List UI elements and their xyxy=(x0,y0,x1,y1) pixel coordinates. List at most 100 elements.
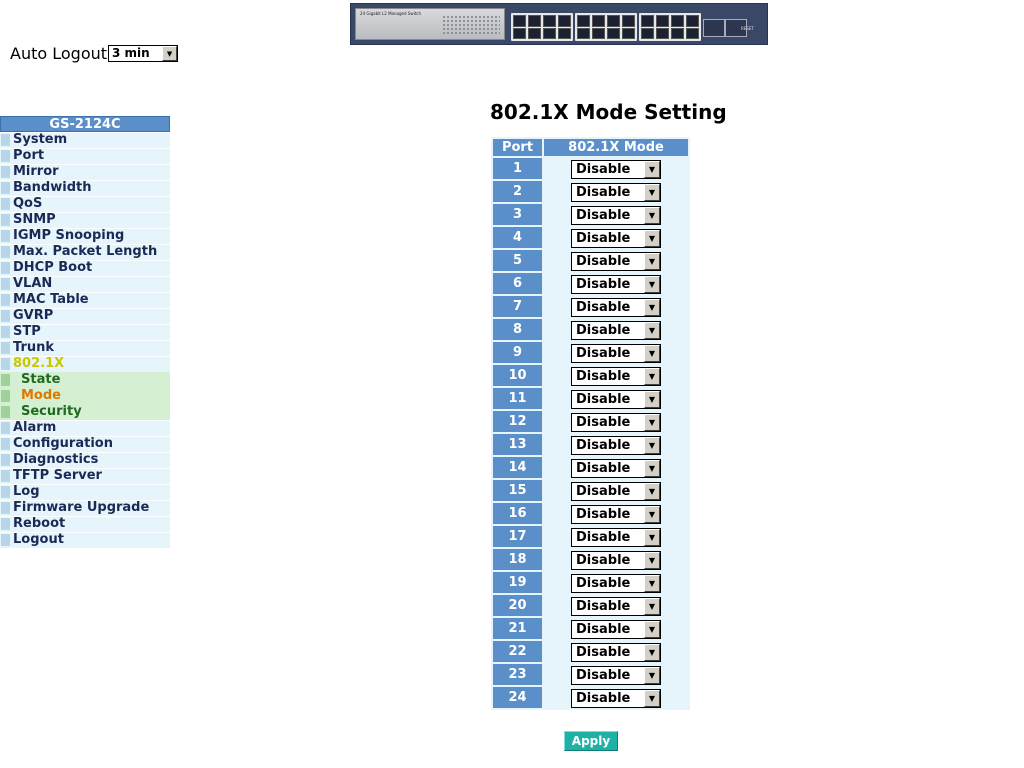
sidebar-item-igmp-snooping[interactable]: IGMP Snooping xyxy=(0,228,170,244)
sidebar-subitem-security[interactable]: Security xyxy=(0,404,170,420)
mode-cell: Disable ▼ xyxy=(544,388,688,409)
sidebar-item-max-packet-length[interactable]: Max. Packet Length xyxy=(0,244,170,260)
mode-cell: Disable ▼ xyxy=(544,181,688,202)
mode-select[interactable]: Disable ▼ xyxy=(571,550,661,570)
mode-select[interactable]: Disable ▼ xyxy=(571,458,661,478)
mode-select[interactable]: Disable ▼ xyxy=(571,412,661,432)
mode-select[interactable]: Disable ▼ xyxy=(571,182,661,202)
mode-select[interactable]: Disable ▼ xyxy=(571,527,661,547)
chevron-down-icon[interactable]: ▼ xyxy=(644,344,660,362)
table-row: 6 Disable ▼ xyxy=(493,273,688,294)
chevron-down-icon[interactable]: ▼ xyxy=(644,183,660,201)
mode-select[interactable]: Disable ▼ xyxy=(571,665,661,685)
switch-model-text: 24 Gigabit L2 Managed Switch xyxy=(360,11,422,16)
mode-cell: Disable ▼ xyxy=(544,664,688,685)
chevron-down-icon[interactable]: ▼ xyxy=(644,229,660,247)
mode-select[interactable]: Disable ▼ xyxy=(571,481,661,501)
chevron-down-icon[interactable]: ▼ xyxy=(644,206,660,224)
chevron-down-icon[interactable]: ▼ xyxy=(644,321,660,339)
chevron-down-icon[interactable]: ▼ xyxy=(644,275,660,293)
sidebar-item-logout[interactable]: Logout xyxy=(0,532,170,548)
port-group-3 xyxy=(639,13,701,41)
mode-select[interactable]: Disable ▼ xyxy=(571,343,661,363)
chevron-down-icon[interactable]: ▼ xyxy=(162,46,178,61)
mode-select[interactable]: Disable ▼ xyxy=(571,504,661,524)
chevron-down-icon[interactable]: ▼ xyxy=(644,482,660,500)
sidebar-item-system[interactable]: System xyxy=(0,132,170,148)
sidebar-item-dhcp-boot[interactable]: DHCP Boot xyxy=(0,260,170,276)
sidebar-item-log[interactable]: Log xyxy=(0,484,170,500)
port-number: 14 xyxy=(493,457,542,478)
mode-value: Disable xyxy=(576,161,631,177)
chevron-down-icon[interactable]: ▼ xyxy=(644,459,660,477)
mode-select[interactable]: Disable ▼ xyxy=(571,228,661,248)
mode-select[interactable]: Disable ▼ xyxy=(571,251,661,271)
sidebar-item-alarm[interactable]: Alarm xyxy=(0,420,170,436)
chevron-down-icon[interactable]: ▼ xyxy=(644,252,660,270)
mode-select[interactable]: Disable ▼ xyxy=(571,596,661,616)
switch-banner-image: 24 Gigabit L2 Managed Switch RESET xyxy=(350,3,768,45)
sidebar-item-mirror[interactable]: Mirror xyxy=(0,164,170,180)
port-number: 5 xyxy=(493,250,542,271)
mode-select[interactable]: Disable ▼ xyxy=(571,573,661,593)
mode-select[interactable]: Disable ▼ xyxy=(571,297,661,317)
mode-select[interactable]: Disable ▼ xyxy=(571,619,661,639)
chevron-down-icon[interactable]: ▼ xyxy=(644,413,660,431)
sidebar-item-port[interactable]: Port xyxy=(0,148,170,164)
chevron-down-icon[interactable]: ▼ xyxy=(644,597,660,615)
mode-select[interactable]: Disable ▼ xyxy=(571,642,661,662)
sidebar-item-gvrp[interactable]: GVRP xyxy=(0,308,170,324)
chevron-down-icon[interactable]: ▼ xyxy=(644,574,660,592)
chevron-down-icon[interactable]: ▼ xyxy=(644,298,660,316)
mode-value: Disable xyxy=(576,644,631,660)
sidebar-item-firmware-upgrade[interactable]: Firmware Upgrade xyxy=(0,500,170,516)
chevron-down-icon[interactable]: ▼ xyxy=(644,390,660,408)
chevron-down-icon[interactable]: ▼ xyxy=(644,689,660,707)
sidebar-item-vlan[interactable]: VLAN xyxy=(0,276,170,292)
sidebar-item-trunk[interactable]: Trunk xyxy=(0,340,170,356)
mode-cell: Disable ▼ xyxy=(544,273,688,294)
sidebar-subitem-mode[interactable]: Mode xyxy=(0,388,170,404)
chevron-down-icon[interactable]: ▼ xyxy=(644,551,660,569)
port-number: 15 xyxy=(493,480,542,501)
chevron-down-icon[interactable]: ▼ xyxy=(644,436,660,454)
chevron-down-icon[interactable]: ▼ xyxy=(644,666,660,684)
sidebar-item-diagnostics[interactable]: Diagnostics xyxy=(0,452,170,468)
chevron-down-icon[interactable]: ▼ xyxy=(644,505,660,523)
sidebar-item-qos[interactable]: QoS xyxy=(0,196,170,212)
mode-select[interactable]: Disable ▼ xyxy=(571,274,661,294)
apply-button[interactable]: Apply xyxy=(564,731,618,751)
sidebar-item-bandwidth[interactable]: Bandwidth xyxy=(0,180,170,196)
chevron-down-icon[interactable]: ▼ xyxy=(644,528,660,546)
table-row: 9 Disable ▼ xyxy=(493,342,688,363)
port-number: 16 xyxy=(493,503,542,524)
sidebar-item-snmp[interactable]: SNMP xyxy=(0,212,170,228)
mode-select[interactable]: Disable ▼ xyxy=(571,389,661,409)
sidebar-item-tftp-server[interactable]: TFTP Server xyxy=(0,468,170,484)
mode-cell: Disable ▼ xyxy=(544,480,688,501)
mode-select[interactable]: Disable ▼ xyxy=(571,320,661,340)
chevron-down-icon[interactable]: ▼ xyxy=(644,367,660,385)
auto-logout-select[interactable]: 3 min ▼ xyxy=(108,45,179,62)
mode-select[interactable]: Disable ▼ xyxy=(571,159,661,179)
sidebar-item-8021x[interactable]: 802.1X xyxy=(0,356,170,372)
mode-value: Disable xyxy=(576,575,631,591)
sidebar-item-stp[interactable]: STP xyxy=(0,324,170,340)
port-number: 7 xyxy=(493,296,542,317)
sidebar-item-mac-table[interactable]: MAC Table xyxy=(0,292,170,308)
chevron-down-icon[interactable]: ▼ xyxy=(644,160,660,178)
page-title: 802.1X Mode Setting xyxy=(490,100,727,124)
chevron-down-icon[interactable]: ▼ xyxy=(644,643,660,661)
mode-select[interactable]: Disable ▼ xyxy=(571,205,661,225)
table-row: 8 Disable ▼ xyxy=(493,319,688,340)
status-leds xyxy=(442,15,500,35)
sidebar-subitem-state[interactable]: State xyxy=(0,372,170,388)
mode-select[interactable]: Disable ▼ xyxy=(571,688,661,708)
mode-select[interactable]: Disable ▼ xyxy=(571,366,661,386)
sidebar-item-configuration[interactable]: Configuration xyxy=(0,436,170,452)
table-row: 12 Disable ▼ xyxy=(493,411,688,432)
mode-select[interactable]: Disable ▼ xyxy=(571,435,661,455)
chevron-down-icon[interactable]: ▼ xyxy=(644,620,660,638)
mode-value: Disable xyxy=(576,299,631,315)
sidebar-item-reboot[interactable]: Reboot xyxy=(0,516,170,532)
